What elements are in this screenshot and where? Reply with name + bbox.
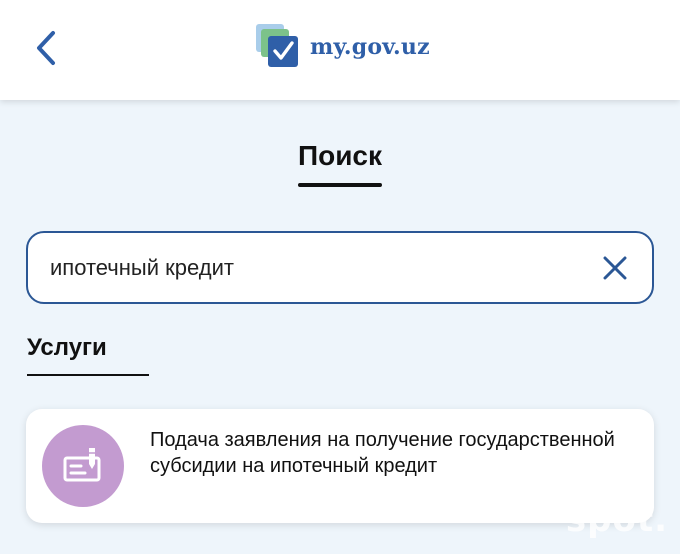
logo: my.gov.uz bbox=[256, 24, 430, 70]
services-section-underline bbox=[27, 374, 149, 376]
close-icon bbox=[603, 256, 627, 280]
top-bar: my.gov.uz bbox=[0, 0, 680, 100]
application-form-icon bbox=[63, 448, 101, 482]
logo-text: my.gov.uz bbox=[310, 34, 430, 60]
search-box bbox=[26, 231, 654, 304]
watermark: spot. bbox=[565, 500, 668, 540]
page-title: Поиск bbox=[297, 140, 383, 171]
chevron-left-icon bbox=[37, 31, 55, 65]
clear-search-button[interactable] bbox=[600, 253, 630, 283]
search-input[interactable] bbox=[50, 247, 590, 289]
page-title-underline bbox=[298, 183, 382, 187]
checkmark-documents-icon bbox=[256, 24, 298, 67]
service-icon-circle bbox=[42, 425, 124, 507]
service-item[interactable]: Подача заявления на получение государств… bbox=[26, 409, 654, 523]
service-item-label: Подача заявления на получение государств… bbox=[150, 429, 615, 477]
services-section-title: Услуги bbox=[27, 334, 107, 361]
back-button[interactable] bbox=[28, 26, 64, 70]
